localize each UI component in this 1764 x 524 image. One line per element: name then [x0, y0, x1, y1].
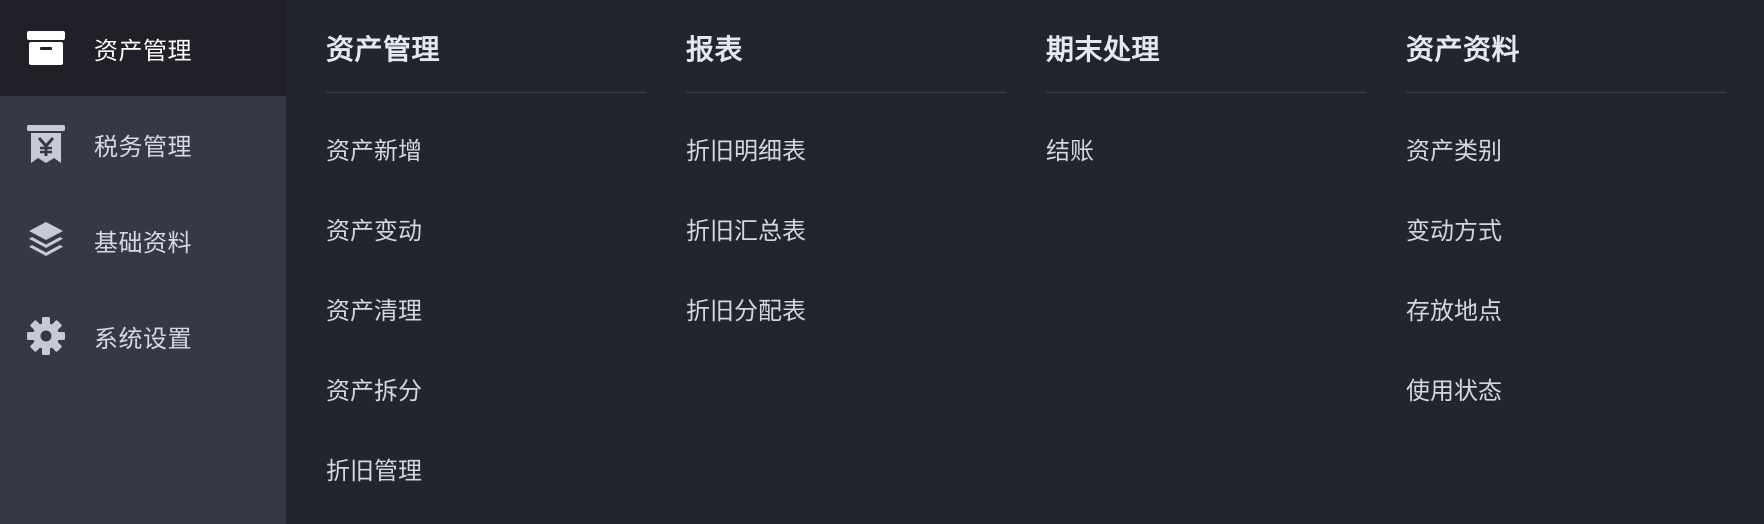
- archive-box-icon: [26, 28, 66, 68]
- sidebar: 资产管理 税务管理 基础资料 系统设置: [0, 0, 286, 524]
- menu-item-change-method[interactable]: 变动方式: [1406, 206, 1502, 286]
- menu-column-title: 报表: [686, 33, 744, 66]
- menu-item-depreciation-detail[interactable]: 折旧明细表: [686, 126, 806, 206]
- menu-list: 结账: [1046, 126, 1094, 206]
- sidebar-item-tax-management[interactable]: 税务管理: [0, 96, 286, 192]
- menu-item-asset-disposal[interactable]: 资产清理: [326, 286, 422, 366]
- menu-item-depreciation-allocation[interactable]: 折旧分配表: [686, 286, 806, 366]
- menu-list: 折旧明细表 折旧汇总表 折旧分配表: [686, 126, 806, 366]
- menu-item-asset-change[interactable]: 资产变动: [326, 206, 422, 286]
- menu-list: 资产类别 变动方式 存放地点 使用状态: [1406, 126, 1502, 446]
- menu-item-storage-location[interactable]: 存放地点: [1406, 286, 1502, 366]
- sidebar-item-system-settings[interactable]: 系统设置: [0, 288, 286, 384]
- menu-item-closing[interactable]: 结账: [1046, 126, 1094, 206]
- sidebar-item-label: 系统设置: [94, 324, 192, 353]
- divider: [1406, 92, 1726, 93]
- menu-column-title: 期末处理: [1046, 33, 1161, 66]
- sidebar-item-label: 基础资料: [94, 228, 192, 257]
- menu-item-depreciation-summary[interactable]: 折旧汇总表: [686, 206, 806, 286]
- sidebar-item-asset-management[interactable]: 资产管理: [0, 0, 286, 96]
- divider: [326, 92, 646, 93]
- layers-icon: [26, 220, 66, 260]
- menu-item-asset-add[interactable]: 资产新增: [326, 126, 422, 206]
- tax-receipt-icon: [26, 124, 66, 164]
- menu-column-title: 资产资料: [1406, 33, 1521, 66]
- divider: [1046, 92, 1366, 93]
- menu-item-asset-split[interactable]: 资产拆分: [326, 366, 422, 446]
- sidebar-item-basic-data[interactable]: 基础资料: [0, 192, 286, 288]
- sidebar-item-label: 资产管理: [94, 36, 192, 65]
- sidebar-item-label: 税务管理: [94, 132, 192, 161]
- menu-item-asset-category[interactable]: 资产类别: [1406, 126, 1502, 206]
- mega-menu-panel: 资产管理 资产新增 资产变动 资产清理 资产拆分 折旧管理 报表 折旧明细表 折…: [286, 0, 1764, 524]
- app-root: 资产管理 税务管理 基础资料 系统设置 资产管理 资产新增 资产变动 资产清理 …: [0, 0, 1764, 524]
- menu-list: 资产新增 资产变动 资产清理 资产拆分 折旧管理: [326, 126, 422, 524]
- menu-item-usage-status[interactable]: 使用状态: [1406, 366, 1502, 446]
- gear-icon: [26, 316, 66, 356]
- menu-column-title: 资产管理: [326, 33, 441, 66]
- menu-item-depreciation-management[interactable]: 折旧管理: [326, 446, 422, 524]
- divider: [686, 92, 1006, 93]
